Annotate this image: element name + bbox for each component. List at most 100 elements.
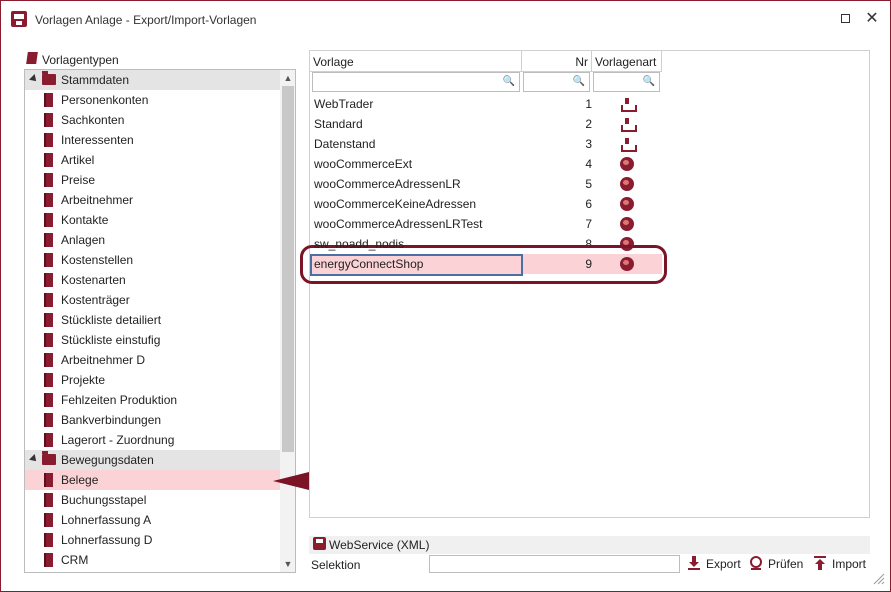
tree-item[interactable]: Personenkonten [25,90,280,110]
book-icon [44,93,53,107]
tree-item-label: Stückliste einstufig [61,333,161,347]
table-row[interactable]: WebTrader 1 [310,94,662,114]
expand-arrow-icon[interactable] [29,454,39,464]
tree-group-1[interactable]: Bewegungsdaten [25,450,280,470]
selektion-label: Selektion [311,558,361,572]
search-icon: 🔍 [572,76,585,87]
table-row[interactable]: wooCommerceAdressenLR 5 [310,174,662,194]
tree-item[interactable]: Lagerort - Zuordnung [25,430,280,450]
filter-nr-input[interactable]: 🔍 [523,72,590,92]
tree-item-label: Fehlzeiten Produktion [61,393,178,407]
tree-group-label: Bewegungsdaten [61,453,154,467]
book-icon [44,133,53,147]
tree-item[interactable]: CRM [25,550,280,570]
tree-item[interactable]: Belege [25,470,280,490]
table-row[interactable]: wooCommerceKeineAdressen 6 [310,194,662,214]
tree-item[interactable]: Lohnerfassung A [25,510,280,530]
tree-group-0[interactable]: Stammdaten [25,70,280,90]
cell-vorlage: sw_noadd_nodis [314,237,405,251]
tree-content: Stammdaten Personenkonten Sachkonten Intere… [25,70,280,572]
tree-item[interactable]: Interessenten [25,130,280,150]
cell-vorlage: wooCommerceAdressenLR [314,177,461,191]
book-icon [44,233,53,247]
book-icon [44,393,53,407]
tree-item-label: Lohnerfassung D [61,533,153,547]
column-header-vorlagenart[interactable]: Vorlagenart [592,51,662,72]
tree-item[interactable]: Anlagen [25,230,280,250]
tree-item[interactable]: Stückliste detailiert [25,310,280,330]
globe-icon [620,257,634,271]
search-icon: 🔍 [502,76,515,87]
close-button[interactable]: ✕ [862,9,882,29]
tree-item[interactable]: Kontakte [25,210,280,230]
book-icon [44,513,53,527]
tree-item[interactable]: Preise [25,170,280,190]
tree-item-label: Personenkonten [61,93,149,107]
book-icon [44,353,53,367]
vorlagentypen-label: Vorlagentypen [42,53,119,67]
tree-item-label: Kostenarten [61,273,126,287]
tree-item[interactable]: Artikel [25,150,280,170]
tray-icon [620,137,637,152]
scrollbar-thumb[interactable] [282,86,294,452]
tree-item[interactable]: Buchungsstapel [25,490,280,510]
expand-arrow-icon[interactable] [29,74,39,84]
book-icon [44,533,53,547]
column-header-nr[interactable]: Nr [522,51,592,72]
tree-item-label: Belege [61,473,99,487]
book-icon [44,113,53,127]
filter-vorlage-input[interactable]: 🔍 [312,72,520,92]
tree-item-label: Kostenstellen [61,253,134,267]
tree-scrollbar[interactable]: ▲ ▼ [280,70,295,572]
tree-item-label: Kontakte [61,213,109,227]
cell-nr: 7 [585,217,592,231]
window-title: Vorlagen Anlage - Export/Import-Vorlagen [35,13,257,27]
tree-item[interactable]: Projekte [25,370,280,390]
table-row[interactable]: sw_noadd_nodis 8 [310,234,662,254]
tray-icon [620,117,637,132]
maximize-button[interactable] [835,9,855,29]
table-row[interactable]: wooCommerceAdressenLRTest 7 [310,214,662,234]
cell-vorlage: Datenstand [314,137,376,151]
pruefen-label: Prüfen [768,557,804,571]
scroll-up-icon[interactable]: ▲ [280,70,295,86]
tree-item[interactable]: Bankverbindungen [25,410,280,430]
tree-item[interactable]: Kostenträger [25,290,280,310]
filter-vorlagenart-input[interactable]: 🔍 [593,72,660,92]
column-header-vorlage[interactable]: Vorlage [310,51,522,72]
books-icon [26,52,38,64]
tree-item[interactable]: Fehlzeiten Produktion [25,390,280,410]
tree-item-label: Bankverbindungen [61,413,162,427]
webservice-label: WebService (XML) [329,538,430,552]
tree-item[interactable]: Kostenstellen [25,250,280,270]
tree-item[interactable]: Kostenarten [25,270,280,290]
cell-nr: 3 [585,137,592,151]
selektion-input[interactable] [429,555,680,573]
webservice-icon [313,537,326,550]
tree-item[interactable]: Arbeitnehmer [25,190,280,210]
table-row[interactable]: Standard 2 [310,114,662,134]
tree-item[interactable]: Lohnerfassung D [25,530,280,550]
tree-item[interactable]: Stückliste einstufig [25,330,280,350]
cell-nr: 1 [585,97,592,111]
resize-grip-icon[interactable] [871,571,885,585]
export-label: Export [706,557,741,571]
app-save-icon [11,11,27,27]
tree-item[interactable]: Sachkonten [25,110,280,130]
cell-vorlage: WebTrader [314,97,374,111]
table-row[interactable]: energyConnectShop 9 [310,254,662,276]
table-row[interactable]: Datenstand 3 [310,134,662,154]
scroll-down-icon[interactable]: ▼ [280,556,295,572]
book-icon [44,433,53,447]
tree-item-label: Interessenten [61,133,134,147]
folder-icon [42,71,56,85]
vorlagentypen-tree[interactable]: Stammdaten Personenkonten Sachkonten Intere… [24,69,296,573]
tree-item-label: Arbeitnehmer [61,193,134,207]
book-icon [44,493,53,507]
dialog-window: Vorlagen Anlage - Export/Import-Vorlagen… [0,0,891,592]
table-row[interactable]: wooCommerceExt 4 [310,154,662,174]
tree-item-label: Buchungsstapel [61,493,147,507]
cell-vorlage: wooCommerceKeineAdressen [314,197,477,211]
tree-item[interactable]: Arbeitnehmer D [25,350,280,370]
globe-icon [620,157,634,171]
